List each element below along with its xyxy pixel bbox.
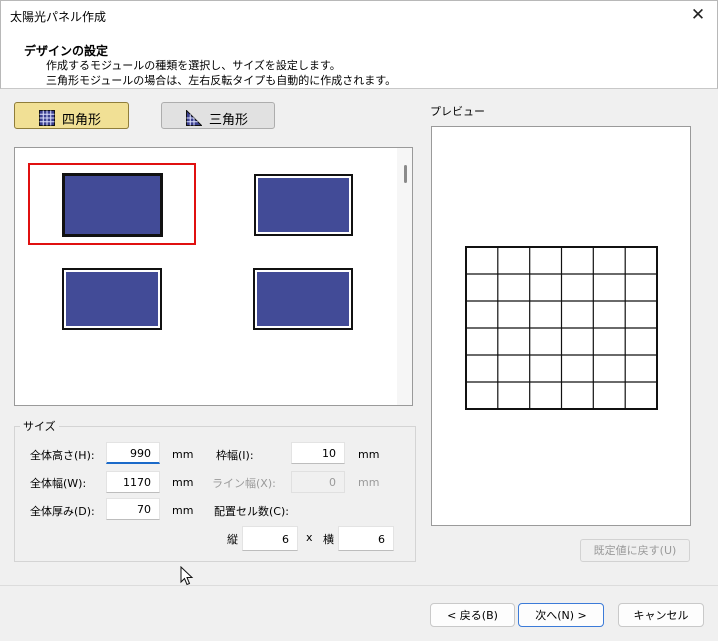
cancel-button[interactable]: キャンセル — [618, 603, 704, 627]
total-height-label: 全体高さ(H): — [30, 449, 95, 462]
total-width-label: 全体幅(W): — [30, 477, 87, 490]
window-title: 太陽光パネル作成 — [10, 10, 107, 24]
cell-layout-label: 配置セル数(C): — [214, 505, 289, 518]
header-description-2: 三角形モジュールの場合は、左右反転タイプも自動的に作成されます。 — [46, 74, 397, 87]
module-list-scrollbar[interactable] — [397, 148, 412, 405]
grid-icon — [39, 110, 55, 126]
footer-divider — [0, 585, 718, 586]
close-icon[interactable]: ✕ — [688, 5, 708, 25]
square-type-button[interactable]: 四角形 — [14, 102, 129, 129]
next-button[interactable]: 次へ(N) > — [518, 603, 604, 627]
vertical-cells-label: 縦 — [227, 533, 238, 546]
preview-canvas — [431, 126, 691, 526]
size-group-label: サイズ — [20, 418, 59, 434]
total-depth-input[interactable]: 70 — [106, 498, 160, 520]
module-option-4[interactable] — [253, 268, 353, 330]
title-bar — [0, 0, 718, 31]
header-description-1: 作成するモジュールの種類を選択し、サイズを設定します。 — [46, 59, 341, 72]
line-width-label: ライン幅(X): — [212, 477, 276, 490]
times-sign: x — [306, 531, 313, 544]
module-option-3[interactable] — [62, 268, 162, 330]
horizontal-cells-input[interactable]: 6 — [338, 526, 394, 551]
total-height-unit: mm — [172, 448, 194, 461]
reset-defaults-button: 既定値に戻す(U) — [580, 539, 690, 562]
triangle-grid-icon — [186, 110, 202, 126]
total-width-unit: mm — [172, 476, 194, 489]
total-depth-label: 全体厚み(D): — [30, 505, 95, 518]
frame-width-label: 枠幅(I): — [216, 449, 254, 462]
line-width-unit: mm — [358, 476, 380, 489]
module-option-2[interactable] — [254, 174, 353, 236]
back-button[interactable]: < 戻る(B) — [430, 603, 515, 627]
preview-grid — [465, 246, 658, 410]
triangle-type-label: 三角形 — [209, 113, 249, 128]
preview-label: プレビュー — [430, 105, 485, 118]
scrollbar-thumb[interactable] — [404, 165, 407, 183]
horizontal-cells-label: 横 — [323, 533, 334, 546]
line-width-input: 0 — [291, 471, 345, 493]
frame-width-unit: mm — [358, 448, 380, 461]
vertical-cells-input[interactable]: 6 — [242, 526, 298, 551]
total-height-input[interactable]: 990 — [106, 442, 160, 464]
square-type-label: 四角形 — [62, 113, 102, 128]
total-depth-unit: mm — [172, 504, 194, 517]
frame-width-input[interactable]: 10 — [291, 442, 345, 464]
triangle-type-button[interactable]: 三角形 — [161, 102, 275, 129]
mouse-cursor-icon — [180, 566, 194, 586]
module-option-1[interactable] — [62, 173, 163, 237]
total-width-input[interactable]: 1170 — [106, 471, 160, 493]
